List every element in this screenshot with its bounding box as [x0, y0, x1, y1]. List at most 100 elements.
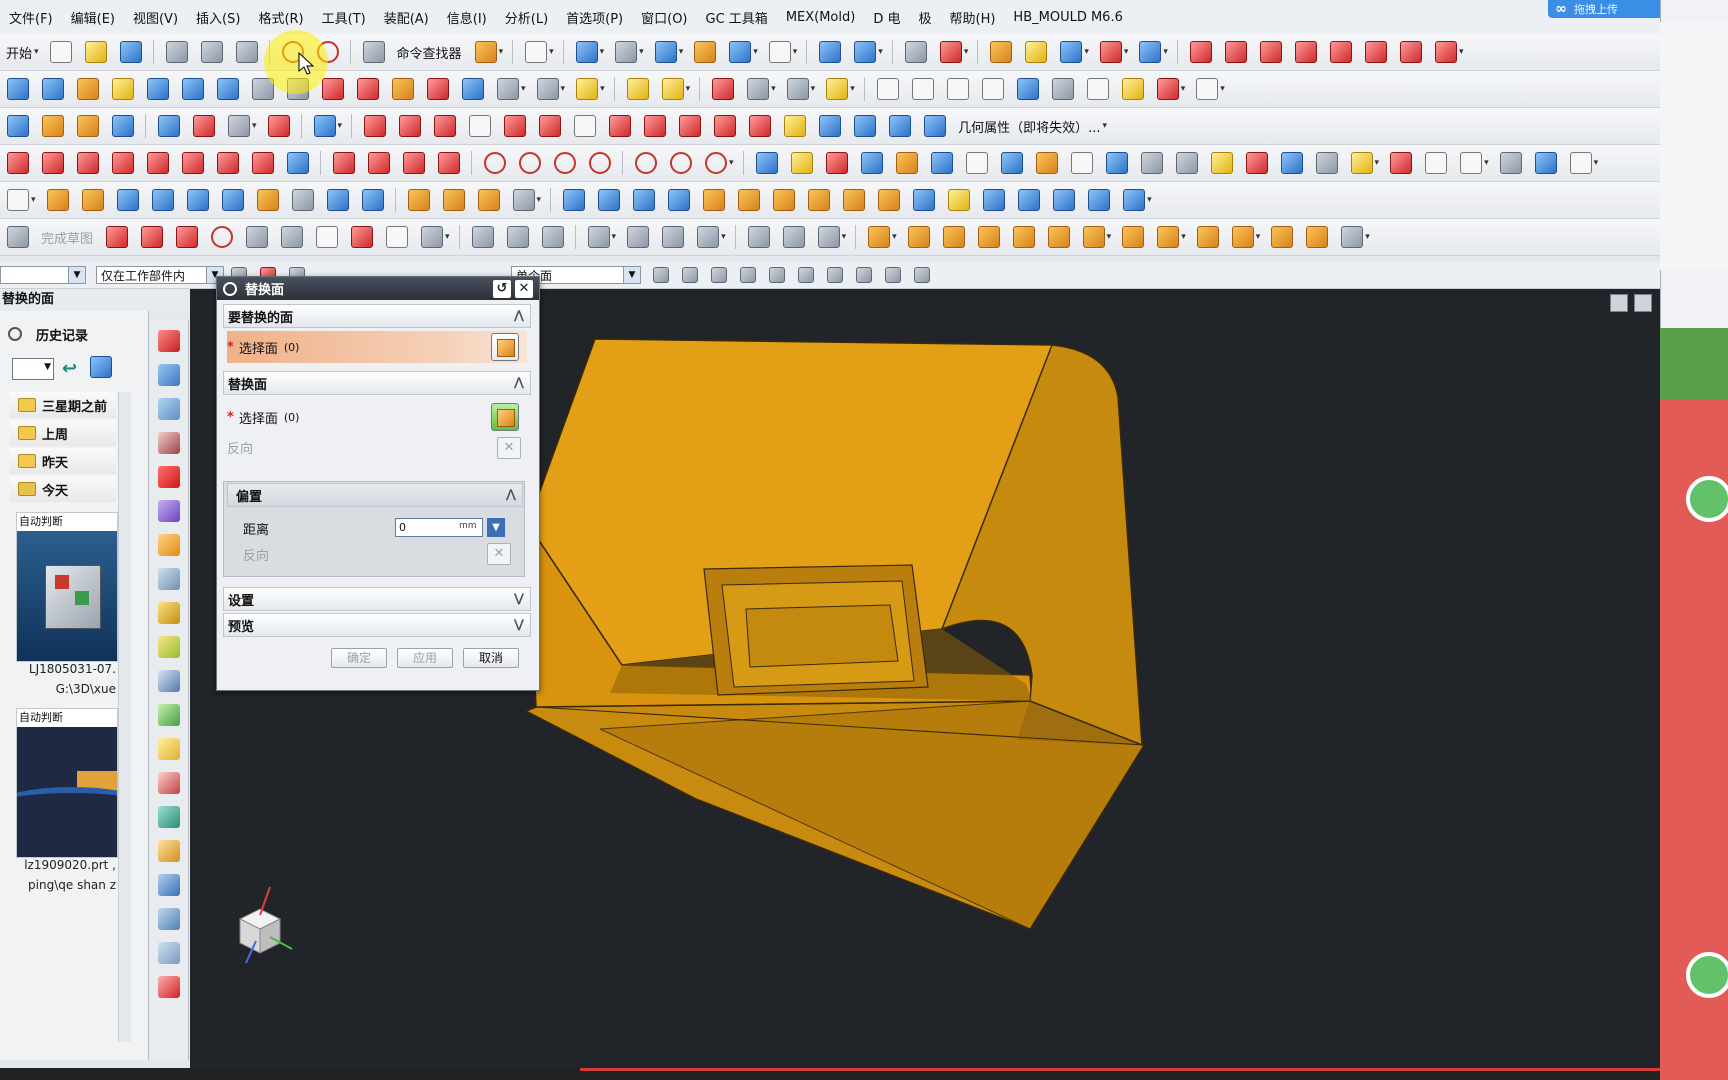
sk-mirror-icon[interactable]: [662, 226, 685, 248]
sweep-icon[interactable]: [147, 78, 169, 100]
hierarchy-icon[interactable]: [1175, 152, 1198, 174]
wrap-icon[interactable]: [784, 115, 807, 137]
ok-button[interactable]: 确定: [331, 648, 387, 668]
combine-icon[interactable]: [477, 189, 500, 211]
patch-icon[interactable]: [77, 78, 99, 100]
thread-icon[interactable]: [442, 189, 465, 211]
history-folder[interactable]: 昨天: [10, 448, 116, 474]
flip-icon[interactable]: [819, 115, 842, 137]
menu-item[interactable]: 极: [909, 8, 940, 27]
iso-icon[interactable]: [749, 115, 772, 137]
mold-icon-6[interactable]: [1047, 226, 1070, 248]
draft-icon[interactable]: [703, 189, 726, 211]
menu-item[interactable]: 编辑(E): [62, 8, 124, 27]
chain-icon[interactable]: [182, 152, 204, 174]
assembly-cut-icon[interactable]: [1123, 189, 1146, 211]
eye-icon[interactable]: [1499, 152, 1522, 174]
pattern-icon[interactable]: [112, 115, 134, 137]
highlight-icon[interactable]: [790, 152, 813, 174]
transform-icon[interactable]: [1025, 41, 1048, 63]
sk-fillet-icon[interactable]: [246, 226, 269, 248]
trim-body-icon[interactable]: [512, 189, 535, 211]
mold-icon-14[interactable]: [1341, 226, 1364, 248]
extend-icon[interactable]: [1259, 41, 1282, 63]
history-thumbnail[interactable]: 自动判断: [16, 512, 118, 662]
offset-reverse-button[interactable]: ✕: [487, 543, 511, 565]
filter-icon[interactable]: [981, 78, 1004, 100]
point-icon[interactable]: [1099, 41, 1122, 63]
line-tool-icon[interactable]: [7, 152, 29, 174]
corner-icon[interactable]: [403, 152, 425, 174]
box-icon[interactable]: [895, 152, 918, 174]
feature-box-icon[interactable]: [158, 738, 180, 760]
sk-trim-icon[interactable]: [471, 226, 494, 248]
edge-blend-icon[interactable]: [738, 189, 761, 211]
geometry-properties-button[interactable]: 几何属性（即将失效）...: [958, 117, 1100, 136]
section-settings[interactable]: 设置 ⋁: [223, 587, 531, 611]
mold-icon-1[interactable]: [868, 226, 891, 248]
check-mate-icon[interactable]: [158, 704, 180, 726]
spline-icon[interactable]: [1294, 41, 1317, 63]
circle-3pt-icon[interactable]: [554, 152, 576, 174]
profile-icon[interactable]: [106, 226, 129, 248]
delete-face-icon[interactable]: [668, 189, 691, 211]
measure-icon[interactable]: [1139, 41, 1162, 63]
tree-icon[interactable]: [1016, 78, 1039, 100]
type-filter-combo[interactable]: ▼: [0, 266, 86, 284]
info-icon[interactable]: [525, 41, 548, 63]
history-folder[interactable]: 上周: [10, 420, 116, 446]
slot-icon[interactable]: [326, 189, 349, 211]
tangent-line-icon[interactable]: [147, 152, 169, 174]
menu-item[interactable]: 插入(S): [187, 8, 249, 27]
target-select-row[interactable]: * 选择面 (0): [227, 331, 527, 363]
cube-red-icon[interactable]: [267, 115, 290, 137]
sk-spline-icon[interactable]: [351, 226, 374, 248]
copy-icon[interactable]: [200, 41, 223, 63]
mold-icon-13[interactable]: [1306, 226, 1329, 248]
reverse-direction-button[interactable]: ✕: [497, 437, 521, 459]
replacement-select-row[interactable]: * 选择面 (0): [227, 401, 527, 433]
arrow-right-icon[interactable]: [653, 267, 669, 283]
cylinder-solid-icon[interactable]: [361, 189, 384, 211]
text-style-icon[interactable]: [1156, 78, 1179, 100]
bottle-icon[interactable]: [1051, 78, 1074, 100]
select-replacement-button[interactable]: [491, 403, 519, 431]
mirror-icon[interactable]: [1060, 41, 1083, 63]
menu-item[interactable]: D 电: [864, 8, 909, 27]
rectangle-icon[interactable]: [469, 115, 492, 137]
target-icon[interactable]: [158, 976, 180, 998]
snap-on-face-icon[interactable]: [914, 267, 930, 283]
roles-icon[interactable]: [158, 568, 180, 590]
circle-2pt-icon[interactable]: [519, 152, 541, 174]
move-icon[interactable]: [990, 41, 1013, 63]
machining-icon[interactable]: [158, 908, 180, 930]
section-preview[interactable]: 预览 ⋁: [223, 613, 531, 637]
viewport-maximize-icon[interactable]: [1634, 294, 1652, 312]
mold-icon-8[interactable]: [1122, 226, 1145, 248]
command-finder-button[interactable]: 命令查找器: [397, 43, 462, 62]
parallel-line-icon[interactable]: [77, 152, 99, 174]
cylinder-icon[interactable]: [889, 115, 912, 137]
background-icon[interactable]: [768, 41, 791, 63]
pocket-icon[interactable]: [256, 189, 279, 211]
snap-existing-icon[interactable]: [856, 267, 872, 283]
drafting-icon[interactable]: [158, 840, 180, 862]
grid-tool-icon[interactable]: [287, 152, 309, 174]
web-browser-icon[interactable]: [158, 432, 180, 454]
point-set-icon[interactable]: [434, 115, 457, 137]
save-icon[interactable]: [119, 41, 142, 63]
sk-pattern-icon[interactable]: [747, 226, 770, 248]
sk-polygon-icon[interactable]: [421, 226, 444, 248]
history-scrollbar[interactable]: [118, 392, 131, 1042]
constraint-navigator-icon[interactable]: [158, 398, 180, 420]
view-style-combo[interactable]: ▼: [12, 358, 54, 380]
section-icon[interactable]: [714, 115, 737, 137]
shaded-cube-icon[interactable]: [654, 41, 677, 63]
window-icon[interactable]: [1460, 152, 1483, 174]
person-icon[interactable]: [1390, 152, 1413, 174]
sk-circle-icon[interactable]: [211, 226, 234, 248]
stack-icon[interactable]: [1035, 152, 1058, 174]
system-materials-icon[interactable]: [158, 500, 180, 522]
sk-rect-icon[interactable]: [316, 226, 339, 248]
upload-badge[interactable]: ∞ 拖拽上传: [1548, 0, 1664, 18]
